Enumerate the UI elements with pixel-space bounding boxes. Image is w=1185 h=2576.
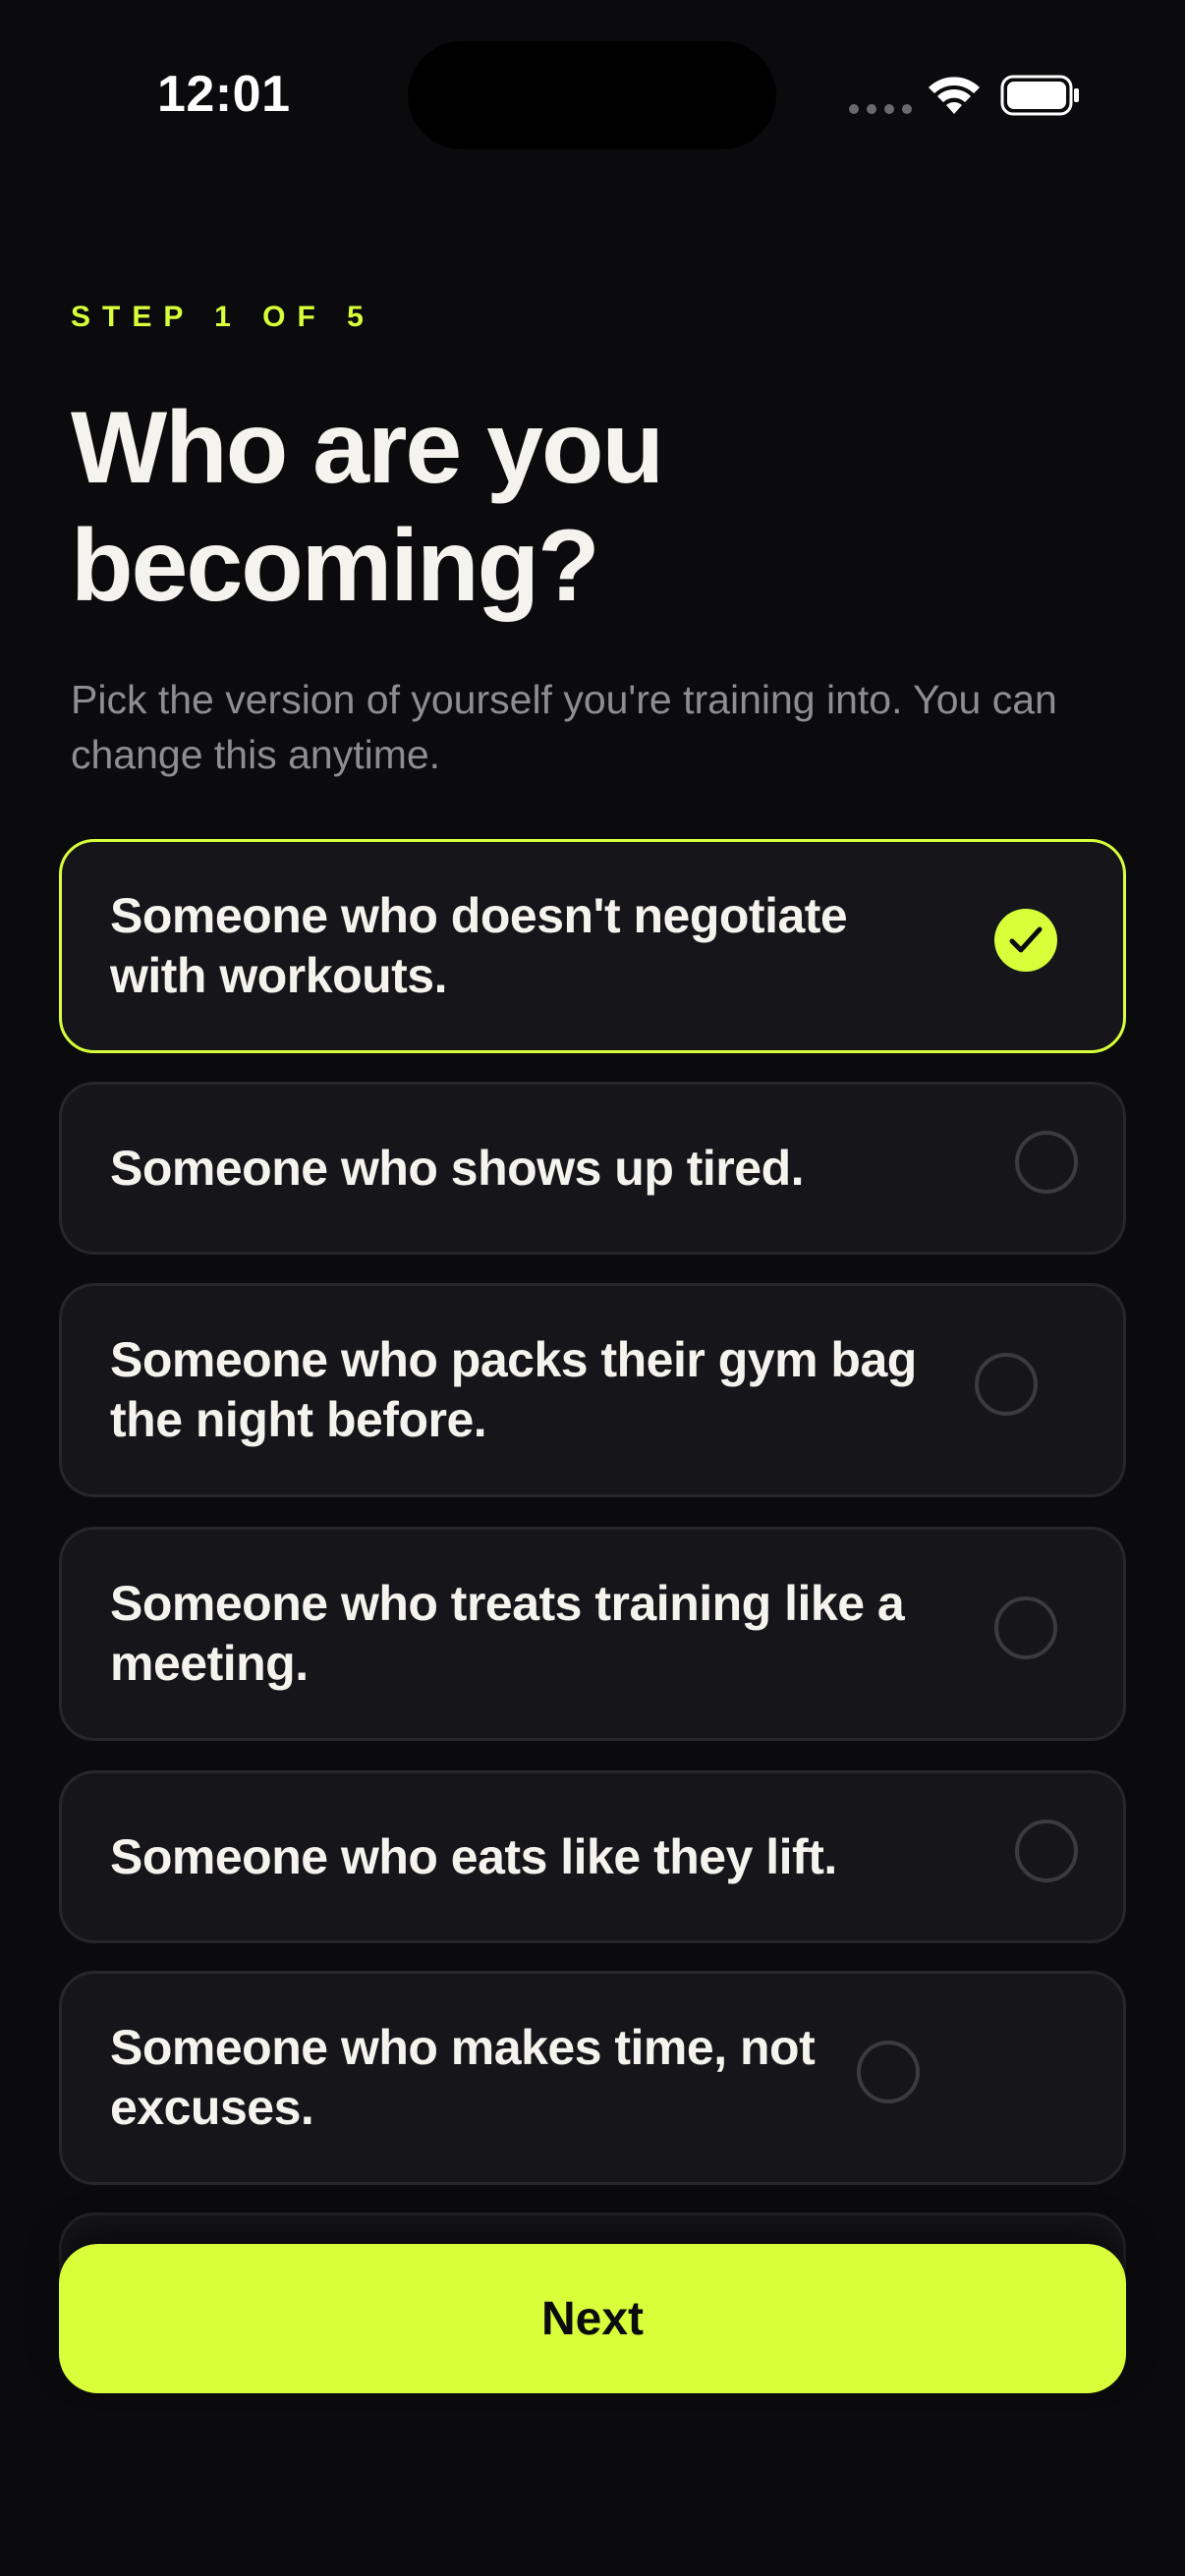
radio-unselected[interactable] [1015,1820,1078,1882]
next-button[interactable]: Next [59,2244,1126,2393]
option-label: Someone who treats training like a meeti… [110,1576,905,1691]
option-label: Someone who packs their gym bag the nigh… [110,1332,917,1447]
option-label: Someone who doesn't negotiate with worko… [110,888,848,1003]
option-label: Someone who shows up tired. [110,1140,805,1196]
option-label: Someone who eats like they lift. [110,1828,837,1884]
status-time: 12:01 [157,66,291,123]
battery-icon [1000,75,1079,116]
checkmark-icon [1009,926,1043,953]
page-title: Who are you becoming? [71,391,664,623]
option-card[interactable]: Someone who packs their gym bag the nigh… [59,1283,1126,1497]
radio-unselected[interactable] [994,1596,1057,1659]
option-card[interactable]: Someone who treats training like a meeti… [59,1527,1126,1741]
option-card[interactable]: Someone who shows up tired. [59,1082,1126,1255]
radio-unselected[interactable] [857,2041,920,2103]
dynamic-island [408,41,776,149]
step-indicator: STEP 1 OF 5 [71,301,375,333]
page-subtitle: Pick the version of yourself you're trai… [71,677,1057,777]
option-card[interactable]: Someone who eats like they lift. [59,1770,1126,1943]
radio-unselected[interactable] [975,1353,1038,1416]
option-card[interactable]: Someone who makes time, not excuses. [59,1971,1126,2185]
radio-selected[interactable] [994,909,1057,972]
cellular-signal-icon [849,104,912,114]
option-card[interactable]: Someone who doesn't negotiate with worko… [59,839,1126,1053]
option-label: Someone who makes time, not excuses. [110,2020,816,2135]
wifi-icon [929,77,980,114]
radio-unselected[interactable] [1015,1131,1078,1194]
